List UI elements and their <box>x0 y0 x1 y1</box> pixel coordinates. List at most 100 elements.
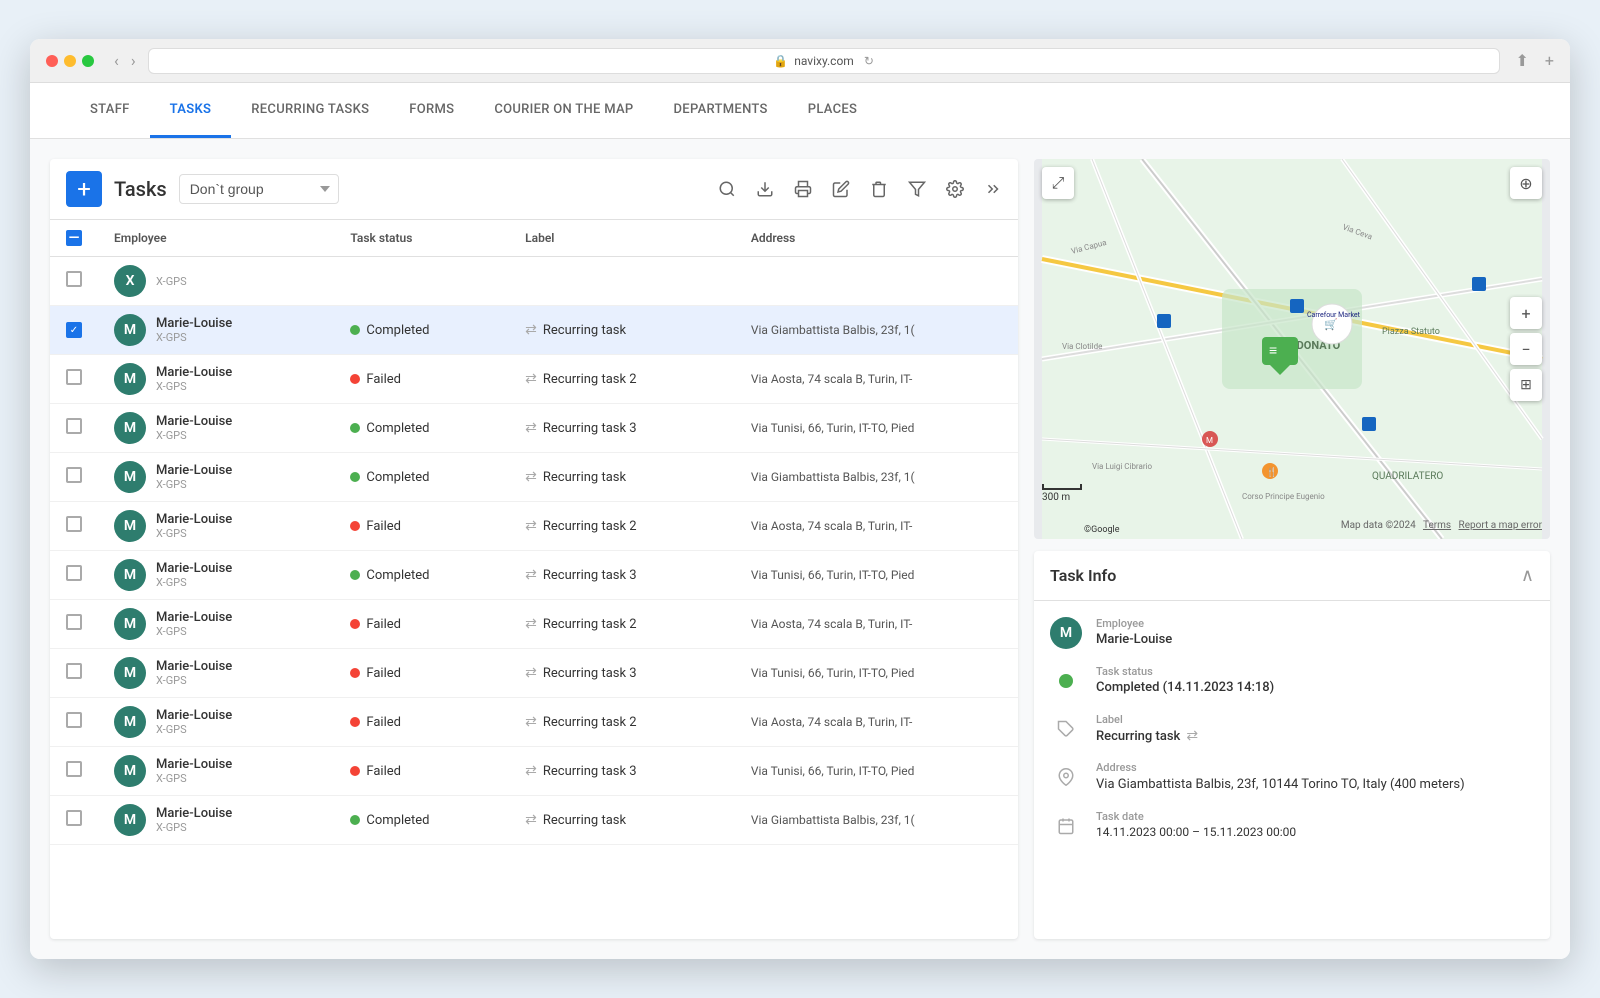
table-row[interactable]: ✓ M Marie-Louise X-GPS <box>50 306 1018 355</box>
row-checkbox-cell[interactable] <box>50 796 98 845</box>
fullscreen-button[interactable]: ⤢ <box>1042 167 1074 199</box>
recurring-icon: ⇄ <box>525 567 537 583</box>
recurring-icon: ⇄ <box>525 469 537 485</box>
maximize-button[interactable] <box>82 55 94 67</box>
row-checkbox[interactable] <box>66 810 82 826</box>
table-row[interactable]: M Marie-Louise X-GPS <box>50 649 1018 698</box>
table-row[interactable]: M Marie-Louise X-GPS <box>50 355 1018 404</box>
row-checkbox[interactable] <box>66 516 82 532</box>
address-cell: Via Tunisi, 66, Turin, IT-TO, Pied <box>735 404 1018 453</box>
settings-icon[interactable] <box>946 180 964 198</box>
label-cell: ⇄ Recurring task <box>509 306 735 355</box>
edit-icon[interactable] <box>832 180 850 198</box>
url-bar[interactable]: 🔒 navixy.com ↻ <box>148 48 1500 74</box>
address-cell: Via Tunisi, 66, Turin, IT-TO, Pied <box>735 551 1018 600</box>
employee-name: Marie-Louise <box>156 365 232 380</box>
tab-forms[interactable]: FORMS <box>389 83 474 138</box>
tasks-panel: + Tasks Don`t group By employee By statu… <box>50 159 1018 939</box>
my-location-button[interactable]: ⊕ <box>1510 167 1542 199</box>
reload-icon[interactable]: ↻ <box>864 54 874 68</box>
map-container[interactable]: SAN DONATO QUADRILATERO Piazza Statuto V… <box>1034 159 1550 539</box>
group-select[interactable]: Don`t group By employee By status By lab… <box>179 174 339 204</box>
delete-icon[interactable] <box>870 180 888 198</box>
table-row[interactable]: M Marie-Louise X-GPS <box>50 404 1018 453</box>
avatar: M <box>114 608 146 640</box>
zoom-out-button[interactable]: − <box>1510 333 1542 365</box>
row-checkbox-cell[interactable] <box>50 502 98 551</box>
tab-recurring-tasks[interactable]: RECURRING TASKS <box>231 83 389 138</box>
table-row[interactable]: M Marie-Louise X-GPS <box>50 453 1018 502</box>
map-data-text: Map data ©2024 <box>1341 520 1416 531</box>
row-checkbox[interactable]: ✓ <box>66 322 82 338</box>
table-row[interactable]: M Marie-Louise X-GPS <box>50 796 1018 845</box>
back-arrow[interactable]: ‹ <box>110 49 123 72</box>
table-row[interactable]: M Marie-Louise X-GPS <box>50 747 1018 796</box>
minimize-button[interactable] <box>64 55 76 67</box>
table-row[interactable]: M Marie-Louise X-GPS <box>50 698 1018 747</box>
expand-icon[interactable] <box>984 180 1002 198</box>
tab-places[interactable]: PLACES <box>788 83 877 138</box>
zoom-in-button[interactable]: + <box>1510 297 1542 329</box>
row-checkbox-cell[interactable]: ✓ <box>50 306 98 355</box>
employee-sub: X-GPS <box>156 331 232 344</box>
add-task-button[interactable]: + <box>66 171 102 207</box>
row-checkbox[interactable] <box>66 418 82 434</box>
header-checkbox-cell[interactable]: — <box>50 220 98 257</box>
address-cell: Via Aosta, 74 scala B, Turin, IT- <box>735 502 1018 551</box>
share-icon[interactable]: ⬆ <box>1516 51 1529 70</box>
select-all-checkbox[interactable]: — <box>66 230 82 246</box>
employee-sub: X-GPS <box>156 576 232 589</box>
task-info-title: Task Info <box>1050 566 1116 585</box>
forward-arrow[interactable]: › <box>127 49 140 72</box>
row-checkbox-cell[interactable] <box>50 453 98 502</box>
table-row[interactable]: M Marie-Louise X-GPS <box>50 600 1018 649</box>
label-text: Recurring task 2 <box>543 519 637 534</box>
row-checkbox[interactable] <box>66 467 82 483</box>
report-link[interactable]: Report a map error <box>1459 520 1542 531</box>
traffic-lights <box>46 55 94 67</box>
row-checkbox-cell[interactable] <box>50 747 98 796</box>
status-info-label: Task status <box>1096 665 1274 678</box>
filter-icon[interactable] <box>908 180 926 198</box>
row-checkbox[interactable] <box>66 614 82 630</box>
svg-text:Carrefour Market: Carrefour Market <box>1307 311 1361 319</box>
row-checkbox[interactable] <box>66 712 82 728</box>
row-checkbox-cell[interactable] <box>50 649 98 698</box>
row-checkbox[interactable] <box>66 565 82 581</box>
top-navigation: STAFF TASKS RECURRING TASKS FORMS COURIE… <box>30 83 1570 139</box>
row-checkbox-cell[interactable] <box>50 257 98 306</box>
row-checkbox[interactable] <box>66 271 82 287</box>
row-checkbox[interactable] <box>66 369 82 385</box>
status-dot <box>350 619 360 629</box>
terms-link[interactable]: Terms <box>1423 520 1451 531</box>
avatar: M <box>114 363 146 395</box>
tab-tasks[interactable]: TASKS <box>150 83 232 138</box>
print-icon[interactable] <box>794 180 812 198</box>
row-checkbox-cell[interactable] <box>50 551 98 600</box>
layers-button[interactable]: ⊞ <box>1510 369 1542 401</box>
task-date-info-value: 14.11.2023 00:00 – 15.11.2023 00:00 <box>1096 825 1296 839</box>
row-checkbox-cell[interactable] <box>50 404 98 453</box>
tab-departments[interactable]: DEPARTMENTS <box>654 83 788 138</box>
table-row[interactable]: X X-GPS <box>50 257 1018 306</box>
close-button[interactable] <box>46 55 58 67</box>
employee-cell: M Marie-Louise X-GPS <box>98 698 334 747</box>
tab-staff[interactable]: STAFF <box>70 83 150 138</box>
row-checkbox[interactable] <box>66 663 82 679</box>
new-tab-icon[interactable]: + <box>1545 51 1554 70</box>
employee-sub: X-GPS <box>156 772 232 785</box>
collapse-button[interactable]: ∧ <box>1521 565 1534 586</box>
row-checkbox-cell[interactable] <box>50 355 98 404</box>
row-checkbox-cell[interactable] <box>50 698 98 747</box>
label-cell: ⇄ Recurring task 3 <box>509 747 735 796</box>
search-icon[interactable] <box>718 180 736 198</box>
download-icon[interactable] <box>756 180 774 198</box>
row-checkbox[interactable] <box>66 761 82 777</box>
employee-sub: X-GPS <box>156 527 232 540</box>
table-row[interactable]: M Marie-Louise X-GPS <box>50 551 1018 600</box>
tab-courier[interactable]: COURIER ON THE MAP <box>474 83 653 138</box>
address-cell: Via Giambattista Balbis, 23f, 1( <box>735 306 1018 355</box>
row-checkbox-cell[interactable] <box>50 600 98 649</box>
table-row[interactable]: M Marie-Louise X-GPS <box>50 502 1018 551</box>
employee-name: Marie-Louise <box>156 414 232 429</box>
